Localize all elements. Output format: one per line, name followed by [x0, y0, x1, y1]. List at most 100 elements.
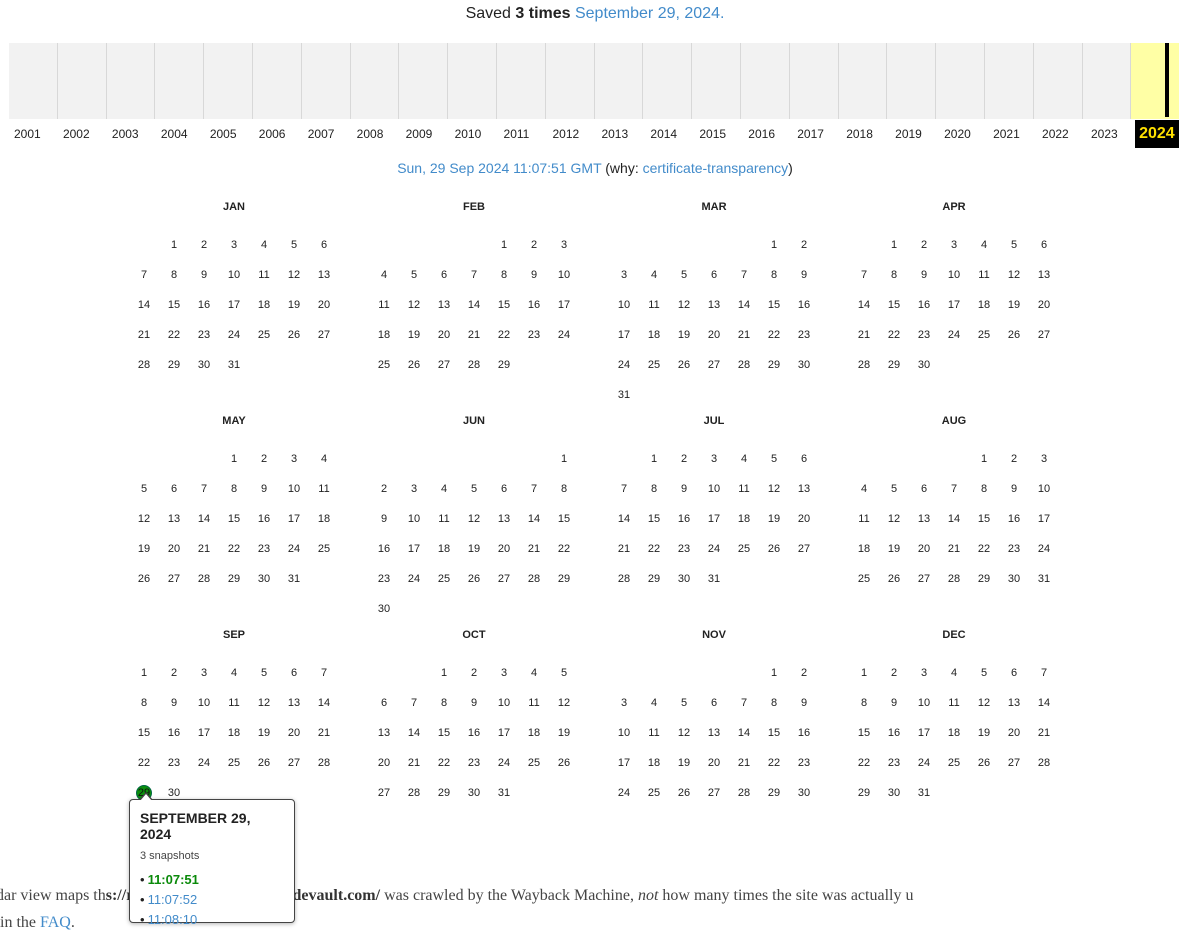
empty-day-cell — [699, 230, 729, 260]
month-oct: OCT 1 2 3 4 5 6 7 8 9 10 11 12 13 14 15 16 17 18 19 20 21 22 23… — [369, 628, 579, 808]
sparkline-year-2015[interactable] — [692, 43, 741, 119]
day: 2 — [920, 239, 928, 251]
capture-timestamp-link[interactable]: Sun, 29 Sep 2024 11:07:51 GMT — [397, 160, 601, 176]
sparkline-year-2012[interactable] — [546, 43, 595, 119]
year-2004[interactable]: 2004 — [156, 120, 205, 148]
empty-day-cell — [939, 444, 969, 474]
timeline-sparkline[interactable] — [9, 43, 1180, 119]
year-2021[interactable]: 2021 — [988, 120, 1037, 148]
sparkline-year-2023[interactable] — [1083, 43, 1132, 119]
day: 6 — [380, 697, 388, 709]
day: 30 — [677, 573, 691, 585]
saved-date-link[interactable]: September 29, 2024. — [575, 5, 724, 22]
year-2005[interactable]: 2005 — [205, 120, 254, 148]
year-2011[interactable]: 2011 — [499, 120, 548, 148]
snapshot-time-link[interactable]: 11:08:10 — [148, 912, 198, 927]
empty-day-cell — [459, 230, 489, 260]
sparkline-year-2011[interactable] — [497, 43, 546, 119]
sparkline-year-2021[interactable] — [985, 43, 1034, 119]
snapshot-time-link[interactable]: 11:07:51 — [148, 872, 199, 887]
sparkline-year-2009[interactable] — [399, 43, 449, 119]
sparkline-year-2007[interactable] — [302, 43, 351, 119]
day: 29 — [227, 573, 241, 585]
year-2009[interactable]: 2009 — [401, 120, 450, 148]
year-2023[interactable]: 2023 — [1086, 120, 1135, 148]
year-2008[interactable]: 2008 — [352, 120, 401, 148]
day: 25 — [377, 359, 391, 371]
day: 6 — [710, 269, 718, 281]
day: 20 — [437, 329, 451, 341]
year-2001[interactable]: 2001 — [9, 120, 58, 148]
sparkline-year-2017[interactable] — [790, 43, 839, 119]
day: 4 — [530, 667, 538, 679]
day: 8 — [770, 697, 778, 709]
year-2003[interactable]: 2003 — [107, 120, 156, 148]
year-2017[interactable]: 2017 — [792, 120, 841, 148]
day: 28 — [467, 359, 481, 371]
year-2012[interactable]: 2012 — [547, 120, 596, 148]
snapshot-time-link[interactable]: 11:07:52 — [148, 892, 198, 907]
why-reason-link[interactable]: certificate-transparency — [643, 160, 789, 176]
day: 30 — [917, 359, 931, 371]
sparkline-year-2006[interactable] — [253, 43, 302, 119]
day: 13 — [437, 299, 451, 311]
sparkline-year-2013[interactable] — [595, 43, 644, 119]
year-2007[interactable]: 2007 — [303, 120, 352, 148]
sparkline-year-2018[interactable] — [839, 43, 888, 119]
sparkline-year-2014[interactable] — [643, 43, 693, 119]
day: 14 — [737, 299, 751, 311]
sparkline-year-2020[interactable] — [936, 43, 985, 119]
year-2024[interactable]: 2024 — [1134, 120, 1179, 148]
faq-link[interactable]: FAQ — [40, 914, 71, 931]
day: 25 — [257, 329, 271, 341]
day: 23 — [467, 757, 481, 769]
day: 12 — [557, 697, 571, 709]
sparkline-year-2016[interactable] — [741, 43, 790, 119]
day: 7 — [860, 269, 868, 281]
year-2013[interactable]: 2013 — [596, 120, 645, 148]
day: 23 — [167, 757, 181, 769]
day: 16 — [257, 513, 271, 525]
sparkline-year-2005[interactable] — [204, 43, 253, 119]
day: 8 — [860, 697, 868, 709]
day: 27 — [1037, 329, 1051, 341]
sparkline-year-2002[interactable] — [58, 43, 107, 119]
year-2019[interactable]: 2019 — [890, 120, 939, 148]
year-2010[interactable]: 2010 — [450, 120, 499, 148]
day: 9 — [890, 697, 898, 709]
year-2002[interactable]: 2002 — [58, 120, 107, 148]
day: 30 — [377, 603, 391, 615]
sparkline-year-2010[interactable] — [448, 43, 497, 119]
year-2020[interactable]: 2020 — [939, 120, 988, 148]
day: 23 — [257, 543, 271, 555]
sparkline-year-2001[interactable] — [9, 43, 58, 119]
sparkline-year-2024[interactable] — [1131, 43, 1180, 119]
day: 24 — [497, 757, 511, 769]
year-2006[interactable]: 2006 — [254, 120, 303, 148]
sparkline-year-2003[interactable] — [107, 43, 156, 119]
day: 12 — [767, 483, 781, 495]
year-2018[interactable]: 2018 — [841, 120, 890, 148]
day: 10 — [917, 697, 931, 709]
sparkline-year-2008[interactable] — [351, 43, 400, 119]
day: 28 — [407, 787, 421, 799]
empty-day-cell — [429, 444, 459, 474]
year-2016[interactable]: 2016 — [743, 120, 792, 148]
month-day-grid: 1 2 3 4 5 6 7 8 9 10 11 12 13 14 15 16 17 18 19 20 21 22 23 24 2… — [609, 444, 819, 594]
sparkline-year-2019[interactable] — [887, 43, 937, 119]
day: 18 — [647, 757, 661, 769]
day: 6 — [800, 453, 808, 465]
sparkline-year-2004[interactable] — [155, 43, 205, 119]
day: 6 — [1040, 239, 1048, 251]
year-2015[interactable]: 2015 — [694, 120, 743, 148]
sparkline-year-2022[interactable] — [1034, 43, 1083, 119]
day: 3 — [230, 239, 238, 251]
day: 27 — [917, 573, 931, 585]
year-2014[interactable]: 2014 — [645, 120, 694, 148]
year-2022[interactable]: 2022 — [1037, 120, 1086, 148]
day: 14 — [317, 697, 331, 709]
day: 7 — [530, 483, 538, 495]
day: 18 — [947, 727, 961, 739]
day: 16 — [197, 299, 211, 311]
day: 9 — [920, 269, 928, 281]
